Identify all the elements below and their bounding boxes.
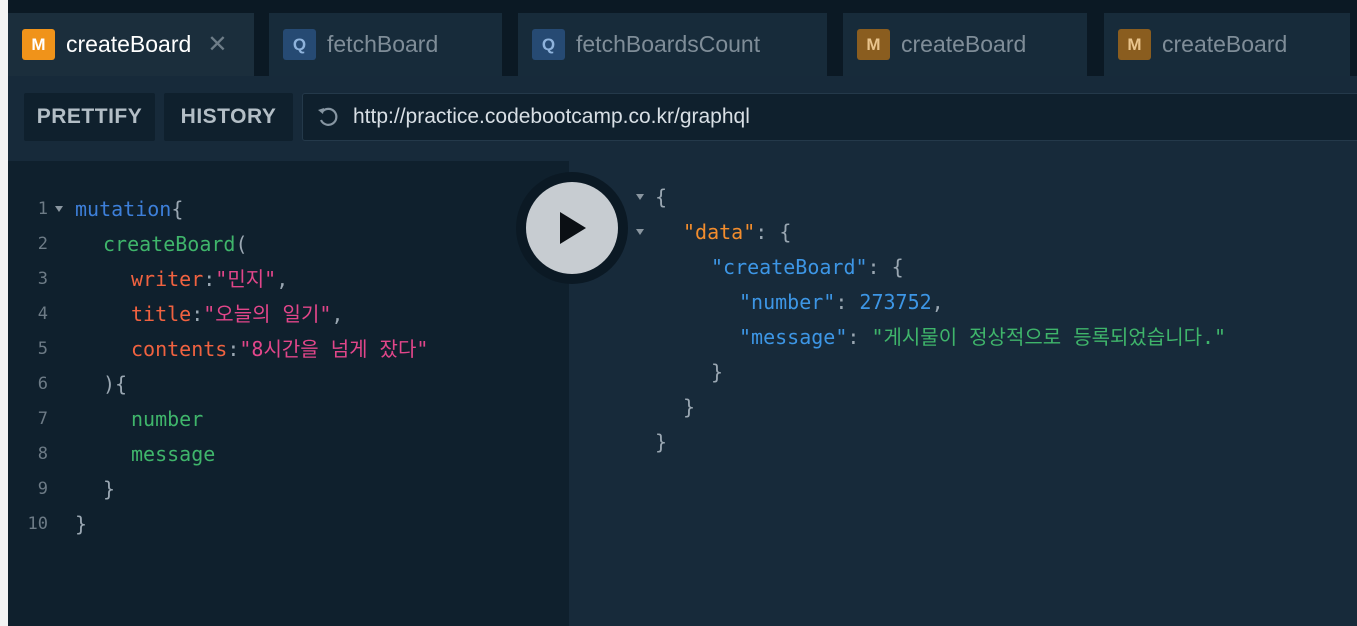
fold-arrow-icon[interactable]: [635, 228, 645, 236]
code-line: number: [131, 402, 203, 437]
execute-button-face[interactable]: [526, 182, 618, 274]
punctuation: :: [847, 325, 872, 349]
tab-label: fetchBoardsCount: [576, 31, 761, 57]
punctuation: ,: [276, 267, 289, 291]
line-number: 2: [37, 234, 48, 254]
query-editor[interactable]: 1 2 3 4 5 6 7 8 9 10 mutation{ createBoa…: [8, 161, 569, 626]
query-badge: Q: [532, 29, 565, 60]
result-line: }: [711, 355, 723, 390]
fold-arrow-icon[interactable]: [635, 193, 645, 201]
json-key: "message": [739, 325, 848, 349]
line-number: 5: [37, 339, 48, 359]
result-line: }: [655, 425, 667, 460]
argument-name: contents: [131, 337, 228, 361]
keyword: mutation: [75, 197, 172, 221]
punctuation: }: [683, 395, 696, 419]
tab-createboard-active[interactable]: M createBoard ✕: [8, 13, 254, 76]
code-line: }: [75, 507, 87, 542]
string-value: "8시간을 넘게 잤다": [239, 337, 429, 361]
result-line: {: [655, 180, 667, 215]
punctuation: ,: [331, 302, 344, 326]
argument-name: title: [131, 302, 192, 326]
query-badge: Q: [283, 29, 316, 60]
function-name: createBoard: [103, 232, 236, 256]
code-line: }: [103, 472, 115, 507]
mutation-badge: M: [857, 29, 890, 60]
result-line: "number": 273752,: [739, 285, 944, 320]
code-line: mutation{: [75, 192, 183, 227]
tab-createboard-3[interactable]: M createBoard: [1104, 13, 1350, 76]
json-key: "createBoard": [711, 255, 868, 279]
number-value: 273752: [859, 290, 932, 314]
line-number: 3: [37, 269, 48, 289]
execute-query-button[interactable]: [516, 172, 628, 284]
fold-arrow-icon[interactable]: [54, 205, 64, 213]
code-line: contents:"8시간을 넘게 잤다": [131, 332, 428, 367]
mutation-badge: M: [1118, 29, 1151, 60]
graphql-playground: M createBoard ✕ Q fetchBoard Q fetchBoar…: [8, 0, 1357, 626]
tab-createboard-2[interactable]: M createBoard: [843, 13, 1087, 76]
punctuation: }: [75, 512, 88, 536]
result-line: "createBoard": {: [711, 250, 904, 285]
code-line: ){: [103, 367, 127, 402]
punctuation: :: [203, 267, 216, 291]
endpoint-url: http://practice.codebootcamp.co.kr/graph…: [353, 105, 750, 128]
punctuation: (: [235, 232, 248, 256]
punctuation: :: [227, 337, 240, 361]
tab-label: fetchBoard: [327, 31, 439, 57]
punctuation: ){: [103, 372, 128, 396]
endpoint-url-field[interactable]: http://practice.codebootcamp.co.kr/graph…: [302, 93, 1357, 141]
punctuation: }: [103, 477, 116, 501]
code-line: createBoard(: [103, 227, 248, 262]
json-key: "data": [683, 220, 756, 244]
history-button[interactable]: HISTORY: [164, 93, 293, 141]
punctuation: {: [655, 185, 668, 209]
string-value: "게시물이 정상적으로 등록되었습니다.": [871, 325, 1227, 349]
field-name: number: [131, 407, 204, 431]
close-icon[interactable]: ✕: [207, 30, 227, 59]
result-line: "data": {: [683, 215, 791, 250]
argument-name: writer: [131, 267, 204, 291]
line-number: 1: [37, 199, 48, 219]
punctuation: }: [655, 430, 668, 454]
line-number: 7: [37, 409, 48, 429]
json-key: "number": [739, 290, 836, 314]
tab-label: createBoard: [66, 31, 192, 57]
line-number: 8: [37, 444, 48, 464]
line-number: 10: [27, 514, 48, 534]
mutation-badge: M: [22, 29, 55, 60]
tab-fetchboardscount[interactable]: Q fetchBoardsCount: [518, 13, 827, 76]
punctuation: : {: [755, 220, 792, 244]
tab-fetchboard[interactable]: Q fetchBoard: [269, 13, 502, 76]
toolbar: PRETTIFY HISTORY http://practice.codeboo…: [8, 76, 1357, 161]
result-viewer: { "data": { "createBoard": { "number": 2…: [569, 161, 1357, 626]
punctuation: {: [171, 197, 184, 221]
line-number: 6: [37, 374, 48, 394]
punctuation: ,: [931, 290, 944, 314]
tab-label: createBoard: [1162, 31, 1288, 57]
code-line: message: [131, 437, 215, 472]
line-number: 4: [37, 304, 48, 324]
result-line: }: [683, 390, 695, 425]
reload-icon[interactable]: [315, 104, 341, 130]
prettify-button[interactable]: PRETTIFY: [24, 93, 155, 141]
line-number: 9: [37, 479, 48, 499]
result-line: "message": "게시물이 정상적으로 등록되었습니다.": [739, 320, 1226, 355]
string-value: "민지": [215, 267, 277, 291]
string-value: "오늘의 일기": [203, 302, 332, 326]
tab-bar: M createBoard ✕ Q fetchBoard Q fetchBoar…: [8, 0, 1357, 76]
punctuation: }: [711, 360, 724, 384]
field-name: message: [131, 442, 216, 466]
punctuation: : {: [867, 255, 904, 279]
code-line: title:"오늘의 일기",: [131, 297, 343, 332]
code-line: writer:"민지",: [131, 262, 288, 297]
play-icon: [560, 212, 586, 244]
punctuation: :: [191, 302, 204, 326]
tab-label: createBoard: [901, 31, 1027, 57]
punctuation: :: [835, 290, 860, 314]
